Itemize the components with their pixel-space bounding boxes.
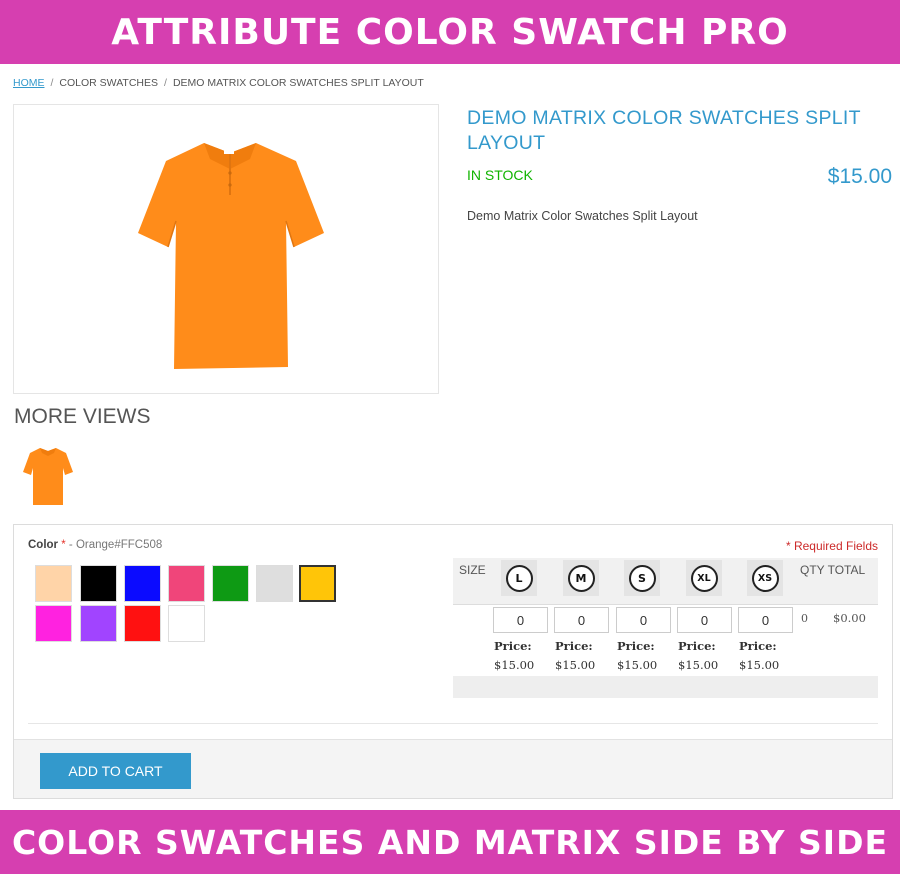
size-label: XS (751, 564, 779, 592)
color-swatch[interactable] (212, 565, 249, 602)
price-label: Price: (678, 639, 716, 653)
size-xs-icon: XS (747, 560, 783, 596)
qty-total-header: QTY TOTAL (800, 563, 865, 577)
price-label: Price: (739, 639, 777, 653)
price-value: $15.00 (494, 658, 535, 672)
total-column-header: TOTAL (827, 563, 866, 577)
breadcrumb: HOME / COLOR SWATCHES / DEMO MATRIX COLOR SW… (13, 77, 424, 89)
qty-input-s[interactable] (616, 607, 671, 633)
size-label: M (567, 564, 595, 592)
row-qty-value: 0 (801, 612, 808, 625)
price-value: $15.00 (678, 658, 719, 672)
size-label: XL (690, 564, 718, 592)
breadcrumb-separator: / (164, 77, 167, 89)
options-divider (28, 723, 878, 724)
color-swatch-selected[interactable] (299, 565, 336, 602)
color-swatch[interactable] (168, 605, 205, 642)
selected-color-value: Orange#FFC508 (75, 539, 163, 551)
color-option-label: Color * - Orange#FFC508 (28, 539, 162, 551)
product-price: $15.00 (827, 165, 892, 188)
cell-price: Price: $15.00 (678, 637, 718, 675)
color-swatch[interactable] (124, 565, 161, 602)
orange-polo-shirt-thumbnail (23, 448, 73, 505)
size-s-icon: S (624, 560, 660, 596)
more-views-thumbnail[interactable] (22, 445, 74, 507)
qty-input-xs[interactable] (738, 607, 793, 633)
breadcrumb-category[interactable]: COLOR SWATCHES (59, 77, 158, 89)
orange-polo-shirt-image (138, 143, 324, 369)
size-label: L (505, 564, 533, 592)
top-banner: ATTRIBUTE COLOR SWATCH PRO (0, 0, 900, 64)
size-column-header: SIZE (459, 563, 486, 577)
cell-price: Price: $15.00 (555, 637, 595, 675)
required-fields-note: * Required Fields (785, 539, 878, 553)
price-value: $15.00 (555, 658, 596, 672)
qty-input-m[interactable] (554, 607, 609, 633)
more-views-heading: MORE VIEWS (14, 405, 151, 428)
product-title: DEMO MATRIX COLOR SWATCHES SPLIT LAYOUT (467, 107, 861, 154)
qty-input-xl[interactable] (677, 607, 732, 633)
color-swatch[interactable] (80, 605, 117, 642)
bottom-banner: COLOR SWATCHES AND MATRIX SIDE BY SIDE (0, 810, 900, 874)
short-description: Demo Matrix Color Swatches Split Layout (467, 209, 698, 223)
qty-input-l[interactable] (493, 607, 548, 633)
color-swatch[interactable] (124, 605, 161, 642)
row-total-value: $0.00 (833, 611, 866, 625)
size-l-icon: L (501, 560, 537, 596)
color-swatch[interactable] (80, 565, 117, 602)
stock-status: IN STOCK (467, 167, 533, 183)
cell-price: Price: $15.00 (617, 637, 657, 675)
price-label: Price: (555, 639, 593, 653)
matrix-divider (453, 604, 878, 605)
color-swatch[interactable] (256, 565, 293, 602)
required-asterisk: * (61, 539, 66, 551)
color-dash: - (68, 539, 73, 551)
price-label: Price: (617, 639, 655, 653)
size-xl-icon: XL (686, 560, 722, 596)
breadcrumb-separator: / (50, 77, 54, 89)
matrix-footer-row (453, 676, 878, 698)
color-swatch[interactable] (168, 565, 205, 602)
qty-column-header: QTY (800, 563, 825, 577)
breadcrumb-home-link[interactable]: HOME (13, 77, 45, 89)
color-label-text: Color (28, 539, 59, 551)
cell-price: Price: $15.00 (494, 637, 534, 675)
color-swatch[interactable] (35, 605, 72, 642)
size-m-icon: M (563, 560, 599, 596)
breadcrumb-current: DEMO MATRIX COLOR SWATCHES SPLIT LAYOUT (172, 77, 424, 89)
product-image[interactable] (13, 104, 439, 394)
size-label: S (628, 564, 656, 592)
price-value: $15.00 (617, 658, 658, 672)
price-label: Price: (494, 639, 532, 653)
cell-price: Price: $15.00 (739, 637, 779, 675)
color-swatch[interactable] (35, 565, 72, 602)
price-value: $15.00 (739, 658, 780, 672)
add-to-cart-button[interactable]: ADD TO CART (40, 753, 191, 789)
